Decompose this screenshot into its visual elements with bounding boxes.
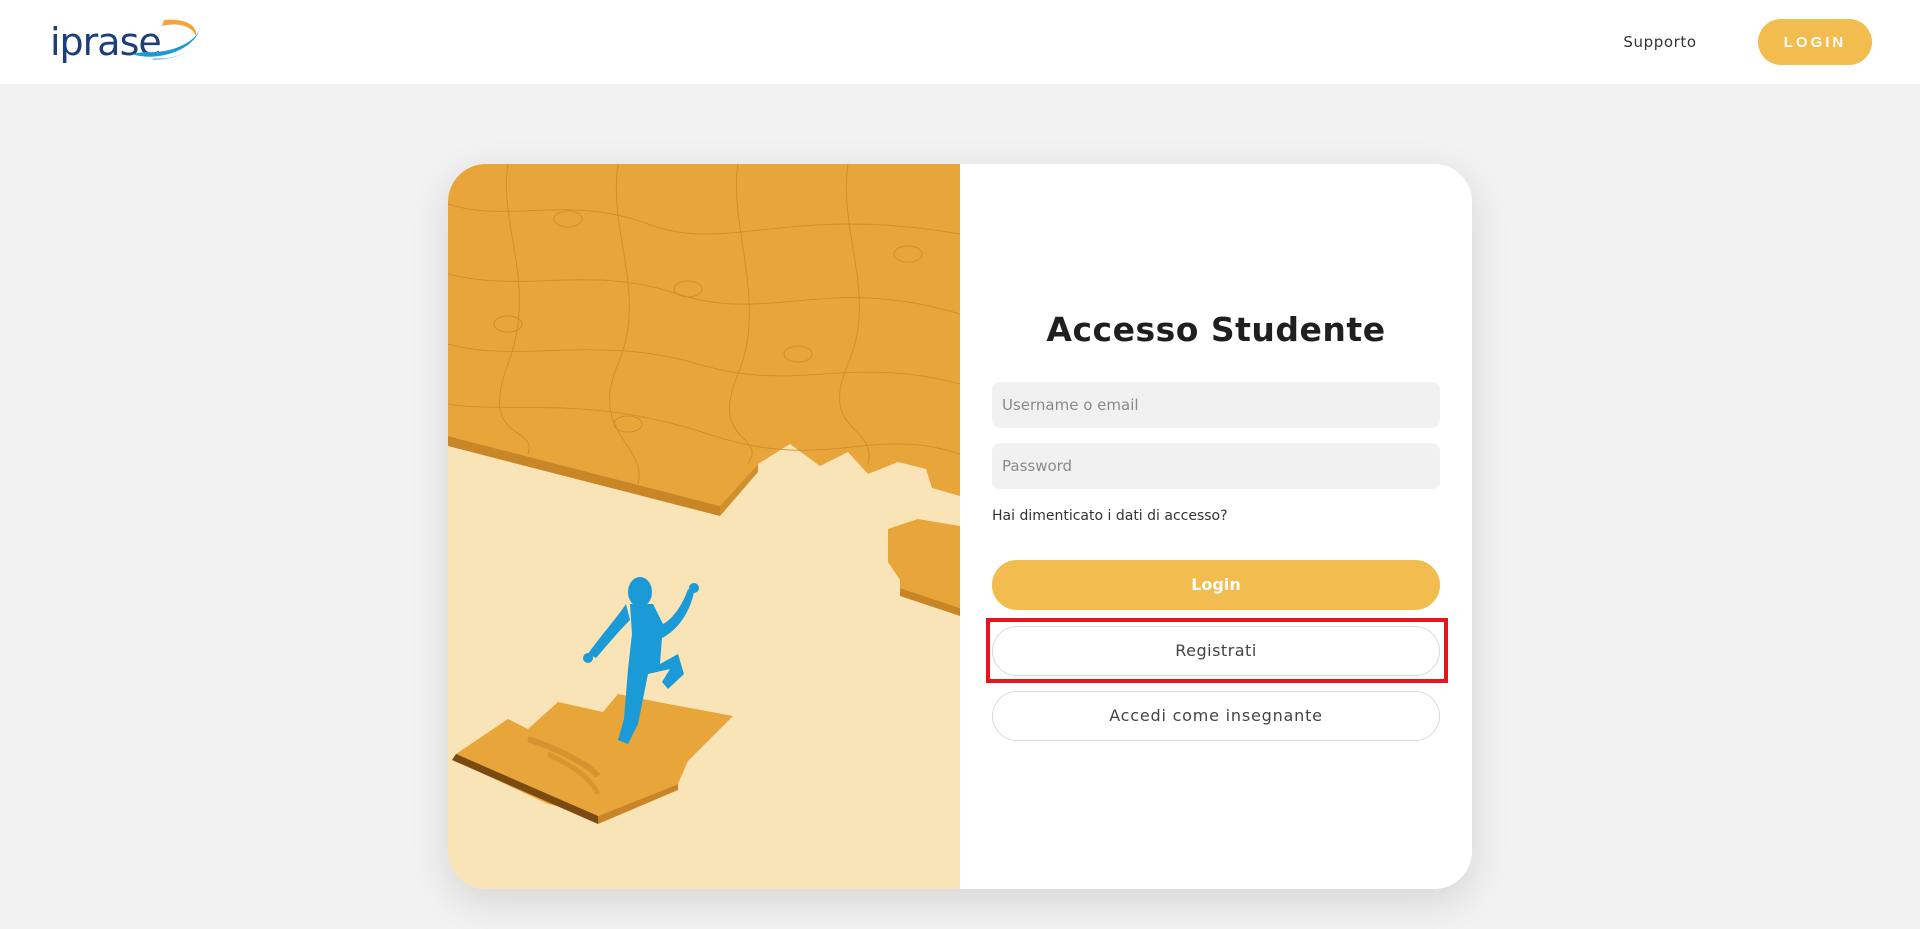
username-input[interactable] (992, 382, 1440, 428)
top-navbar: iprase Supporto LOGIN (0, 0, 1920, 84)
puzzle-illustration (448, 164, 960, 889)
puzzle-illustration-art (448, 164, 960, 824)
nav-login-button[interactable]: LOGIN (1758, 19, 1872, 65)
iprase-logo[interactable]: iprase (40, 10, 200, 74)
password-input[interactable] (992, 443, 1440, 489)
register-button[interactable]: Registrati (992, 626, 1440, 676)
login-button[interactable]: Login (992, 560, 1440, 610)
nav-support-link[interactable]: Supporto (1600, 30, 1720, 54)
form-title: Accesso Studente (1046, 310, 1386, 349)
forgot-credentials-link[interactable]: Hai dimenticato i dati di accesso? (992, 506, 1228, 526)
login-card: Accesso Studente Hai dimenticato i dati … (448, 164, 1472, 889)
logo-swoosh-icon (132, 19, 200, 60)
teacher-login-button[interactable]: Accedi come insegnante (992, 691, 1440, 741)
login-form-panel: Accesso Studente Hai dimenticato i dati … (960, 164, 1472, 889)
